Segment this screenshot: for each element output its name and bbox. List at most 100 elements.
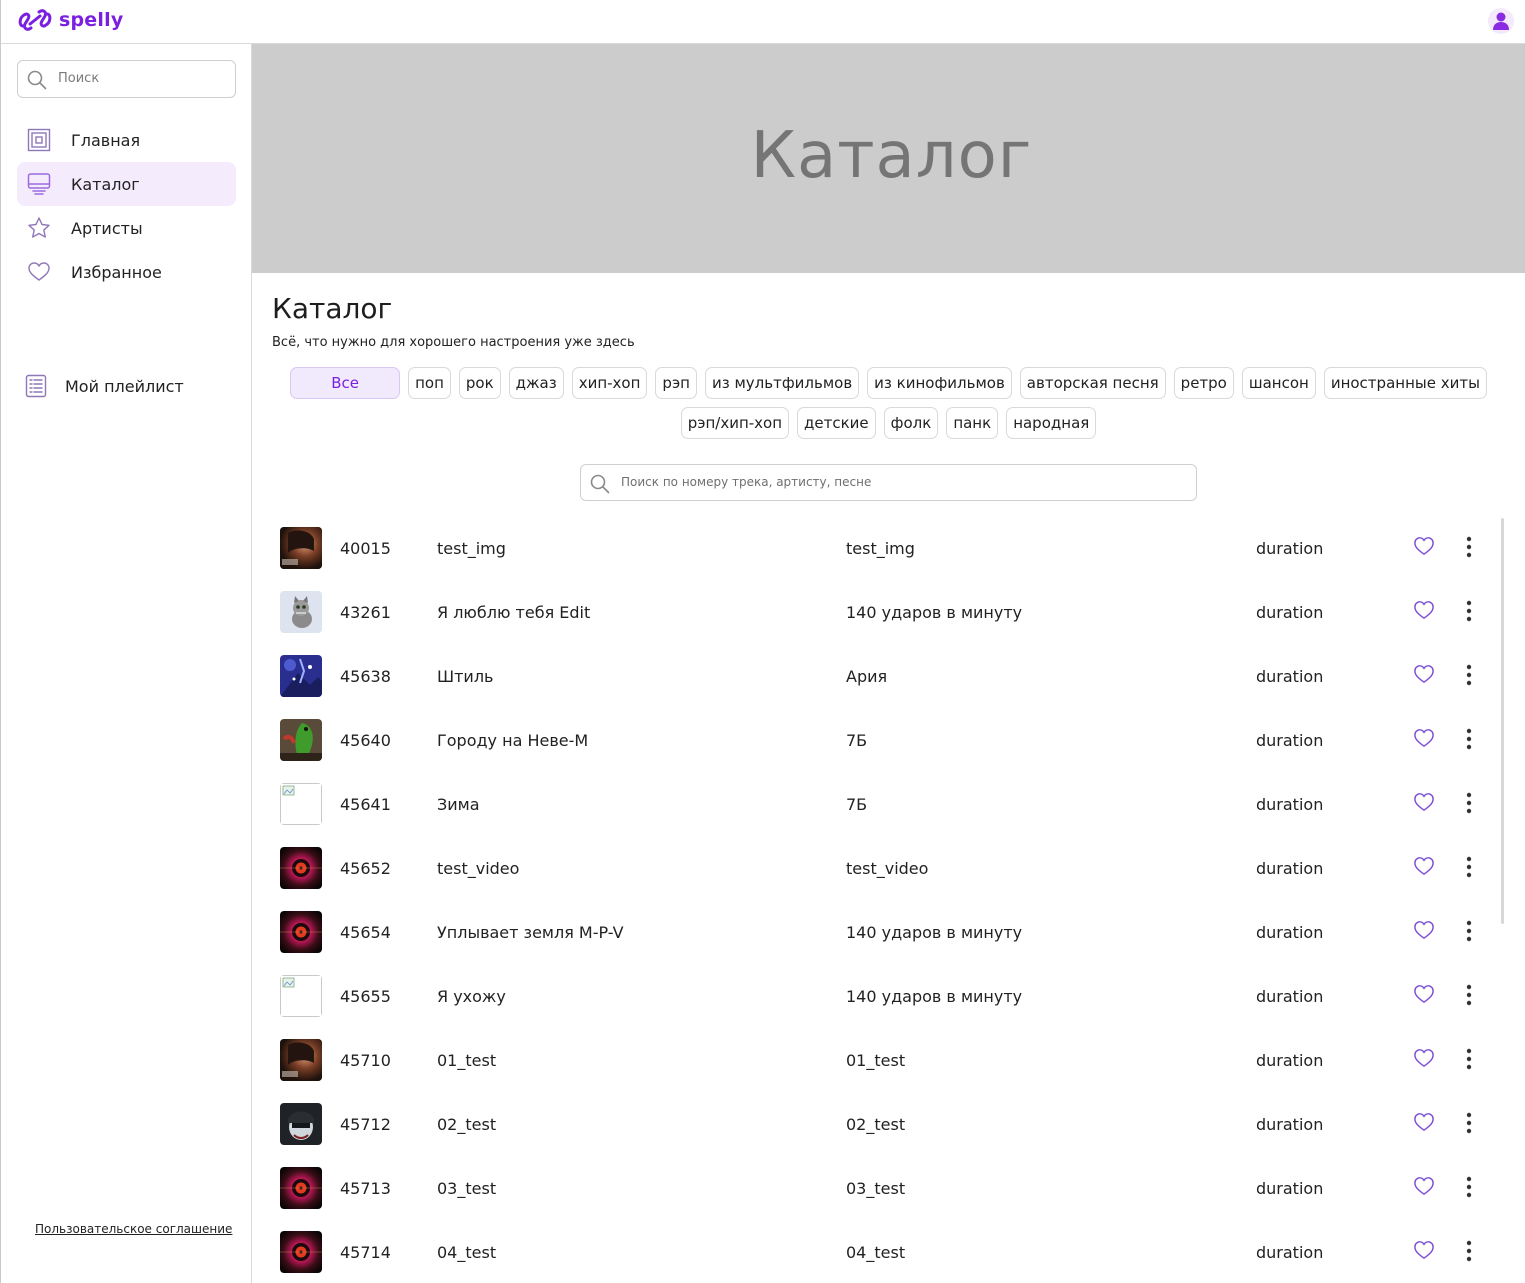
track-title[interactable]: Я ухожу — [437, 987, 506, 1006]
track-search[interactable] — [580, 464, 1197, 501]
track-title[interactable]: Зима — [437, 795, 480, 814]
track-row[interactable]: 40015 test_img test_img duration — [280, 517, 1490, 581]
track-artist[interactable]: 04_test — [846, 1243, 905, 1262]
more-options-icon[interactable] — [1462, 1175, 1476, 1199]
track-title[interactable]: test_img — [437, 539, 506, 558]
track-row[interactable]: 45641 Зима 7Б duration — [280, 773, 1490, 837]
genre-chip[interactable]: поп — [408, 367, 451, 399]
track-cover[interactable] — [280, 527, 322, 569]
genre-chip[interactable]: рок — [458, 367, 501, 399]
genre-chip[interactable]: иностранные хиты — [1323, 367, 1487, 399]
like-heart-icon[interactable] — [1413, 920, 1435, 940]
track-artist[interactable]: 140 ударов в минуту — [846, 987, 1022, 1006]
like-heart-icon[interactable] — [1413, 856, 1435, 876]
like-heart-icon[interactable] — [1413, 728, 1435, 748]
like-heart-icon[interactable] — [1413, 536, 1435, 556]
genre-chip[interactable]: из мультфильмов — [704, 367, 860, 399]
track-title[interactable]: Городу на Неве-М — [437, 731, 588, 750]
user-agreement-link[interactable]: Пользовательское соглашение — [35, 1222, 232, 1236]
track-cover[interactable] — [280, 783, 322, 825]
genre-chip[interactable]: детские — [797, 407, 876, 439]
track-row[interactable]: 43261 Я люблю тебя Edit 140 ударов в минут… — [280, 581, 1490, 645]
like-heart-icon[interactable] — [1413, 600, 1435, 620]
scrollbar[interactable] — [1501, 518, 1504, 924]
genre-chip[interactable]: народная — [1006, 407, 1097, 439]
track-title[interactable]: 02_test — [437, 1115, 496, 1134]
sidebar-item-home[interactable]: Главная — [17, 118, 236, 162]
track-row[interactable]: 45640 Городу на Неве-М 7Б duration — [280, 709, 1490, 773]
track-title[interactable]: 04_test — [437, 1243, 496, 1262]
like-heart-icon[interactable] — [1413, 1112, 1435, 1132]
track-artist[interactable]: 02_test — [846, 1115, 905, 1134]
track-title[interactable]: Штиль — [437, 667, 493, 686]
genre-chip[interactable]: авторская песня — [1019, 367, 1166, 399]
more-options-icon[interactable] — [1462, 727, 1476, 751]
sidebar-item-my-playlist[interactable]: Мой плейлист — [17, 364, 236, 408]
track-artist[interactable]: 03_test — [846, 1179, 905, 1198]
track-artist[interactable]: 140 ударов в минуту — [846, 603, 1022, 622]
more-options-icon[interactable] — [1462, 1239, 1476, 1263]
app-logo[interactable]: spelly — [17, 6, 123, 34]
like-heart-icon[interactable] — [1413, 792, 1435, 812]
track-title[interactable]: 03_test — [437, 1179, 496, 1198]
track-artist[interactable]: 01_test — [846, 1051, 905, 1070]
track-title[interactable]: Я люблю тебя Edit — [437, 603, 590, 622]
track-artist[interactable]: 140 ударов в минуту — [846, 923, 1022, 942]
genre-chip[interactable]: шансон — [1241, 367, 1316, 399]
more-options-icon[interactable] — [1462, 855, 1476, 879]
more-options-icon[interactable] — [1462, 983, 1476, 1007]
track-artist[interactable]: 7Б — [846, 795, 867, 814]
track-row[interactable]: 45652 test_video test_video duration — [280, 837, 1490, 901]
genre-chip[interactable]: панк — [946, 407, 999, 439]
user-icon[interactable] — [1488, 8, 1514, 34]
track-artist[interactable]: 7Б — [846, 731, 867, 750]
more-options-icon[interactable] — [1462, 1111, 1476, 1135]
more-options-icon[interactable] — [1462, 791, 1476, 815]
genre-chip[interactable]: Все — [290, 367, 401, 399]
track-cover[interactable] — [280, 911, 322, 953]
like-heart-icon[interactable] — [1413, 1176, 1435, 1196]
genre-chip[interactable]: рэп — [655, 367, 697, 399]
track-title[interactable]: test_video — [437, 859, 519, 878]
track-cover[interactable] — [280, 591, 322, 633]
track-row[interactable]: 45638 Штиль Ария duration — [280, 645, 1490, 709]
track-search-input[interactable] — [621, 475, 1181, 489]
sidebar-item-catalog[interactable]: Каталог — [17, 162, 236, 206]
track-title[interactable]: Уплывает земля M-P-V — [437, 923, 624, 942]
genre-chip[interactable]: хип-хоп — [571, 367, 648, 399]
track-artist[interactable]: Ария — [846, 667, 887, 686]
sidebar-search[interactable] — [17, 60, 236, 98]
track-cover[interactable] — [280, 1039, 322, 1081]
genre-chip[interactable]: фолк — [883, 407, 939, 439]
genre-chip[interactable]: ретро — [1173, 367, 1234, 399]
track-title[interactable]: 01_test — [437, 1051, 496, 1070]
track-cover[interactable] — [280, 975, 322, 1017]
more-options-icon[interactable] — [1462, 663, 1476, 687]
track-row[interactable]: 45710 01_test 01_test duration — [280, 1029, 1490, 1093]
sidebar-search-input[interactable] — [58, 71, 228, 86]
genre-chip[interactable]: из кинофильмов — [867, 367, 1012, 399]
track-cover[interactable] — [280, 1167, 322, 1209]
like-heart-icon[interactable] — [1413, 664, 1435, 684]
track-row[interactable]: 45713 03_test 03_test duration — [280, 1157, 1490, 1221]
like-heart-icon[interactable] — [1413, 1240, 1435, 1260]
track-cover[interactable] — [280, 847, 322, 889]
track-cover[interactable] — [280, 1231, 322, 1273]
sidebar-item-artists[interactable]: Артисты — [17, 206, 236, 250]
genre-chip[interactable]: джаз — [508, 367, 564, 399]
more-options-icon[interactable] — [1462, 919, 1476, 943]
sidebar-item-favorites[interactable]: Избранное — [17, 250, 236, 294]
track-cover[interactable] — [280, 1103, 322, 1145]
track-row[interactable]: 45714 04_test 04_test duration — [280, 1221, 1490, 1283]
track-row[interactable]: 45655 Я ухожу 140 ударов в минуту duration — [280, 965, 1490, 1029]
track-row[interactable]: 45654 Уплывает земля M-P-V 140 ударов в ми… — [280, 901, 1490, 965]
genre-chip[interactable]: рэп/хип-хоп — [680, 407, 790, 439]
like-heart-icon[interactable] — [1413, 984, 1435, 1004]
track-cover[interactable] — [280, 655, 322, 697]
track-artist[interactable]: test_video — [846, 859, 928, 878]
track-cover[interactable] — [280, 719, 322, 761]
track-artist[interactable]: test_img — [846, 539, 915, 558]
like-heart-icon[interactable] — [1413, 1048, 1435, 1068]
more-options-icon[interactable] — [1462, 599, 1476, 623]
track-row[interactable]: 45712 02_test 02_test duration — [280, 1093, 1490, 1157]
